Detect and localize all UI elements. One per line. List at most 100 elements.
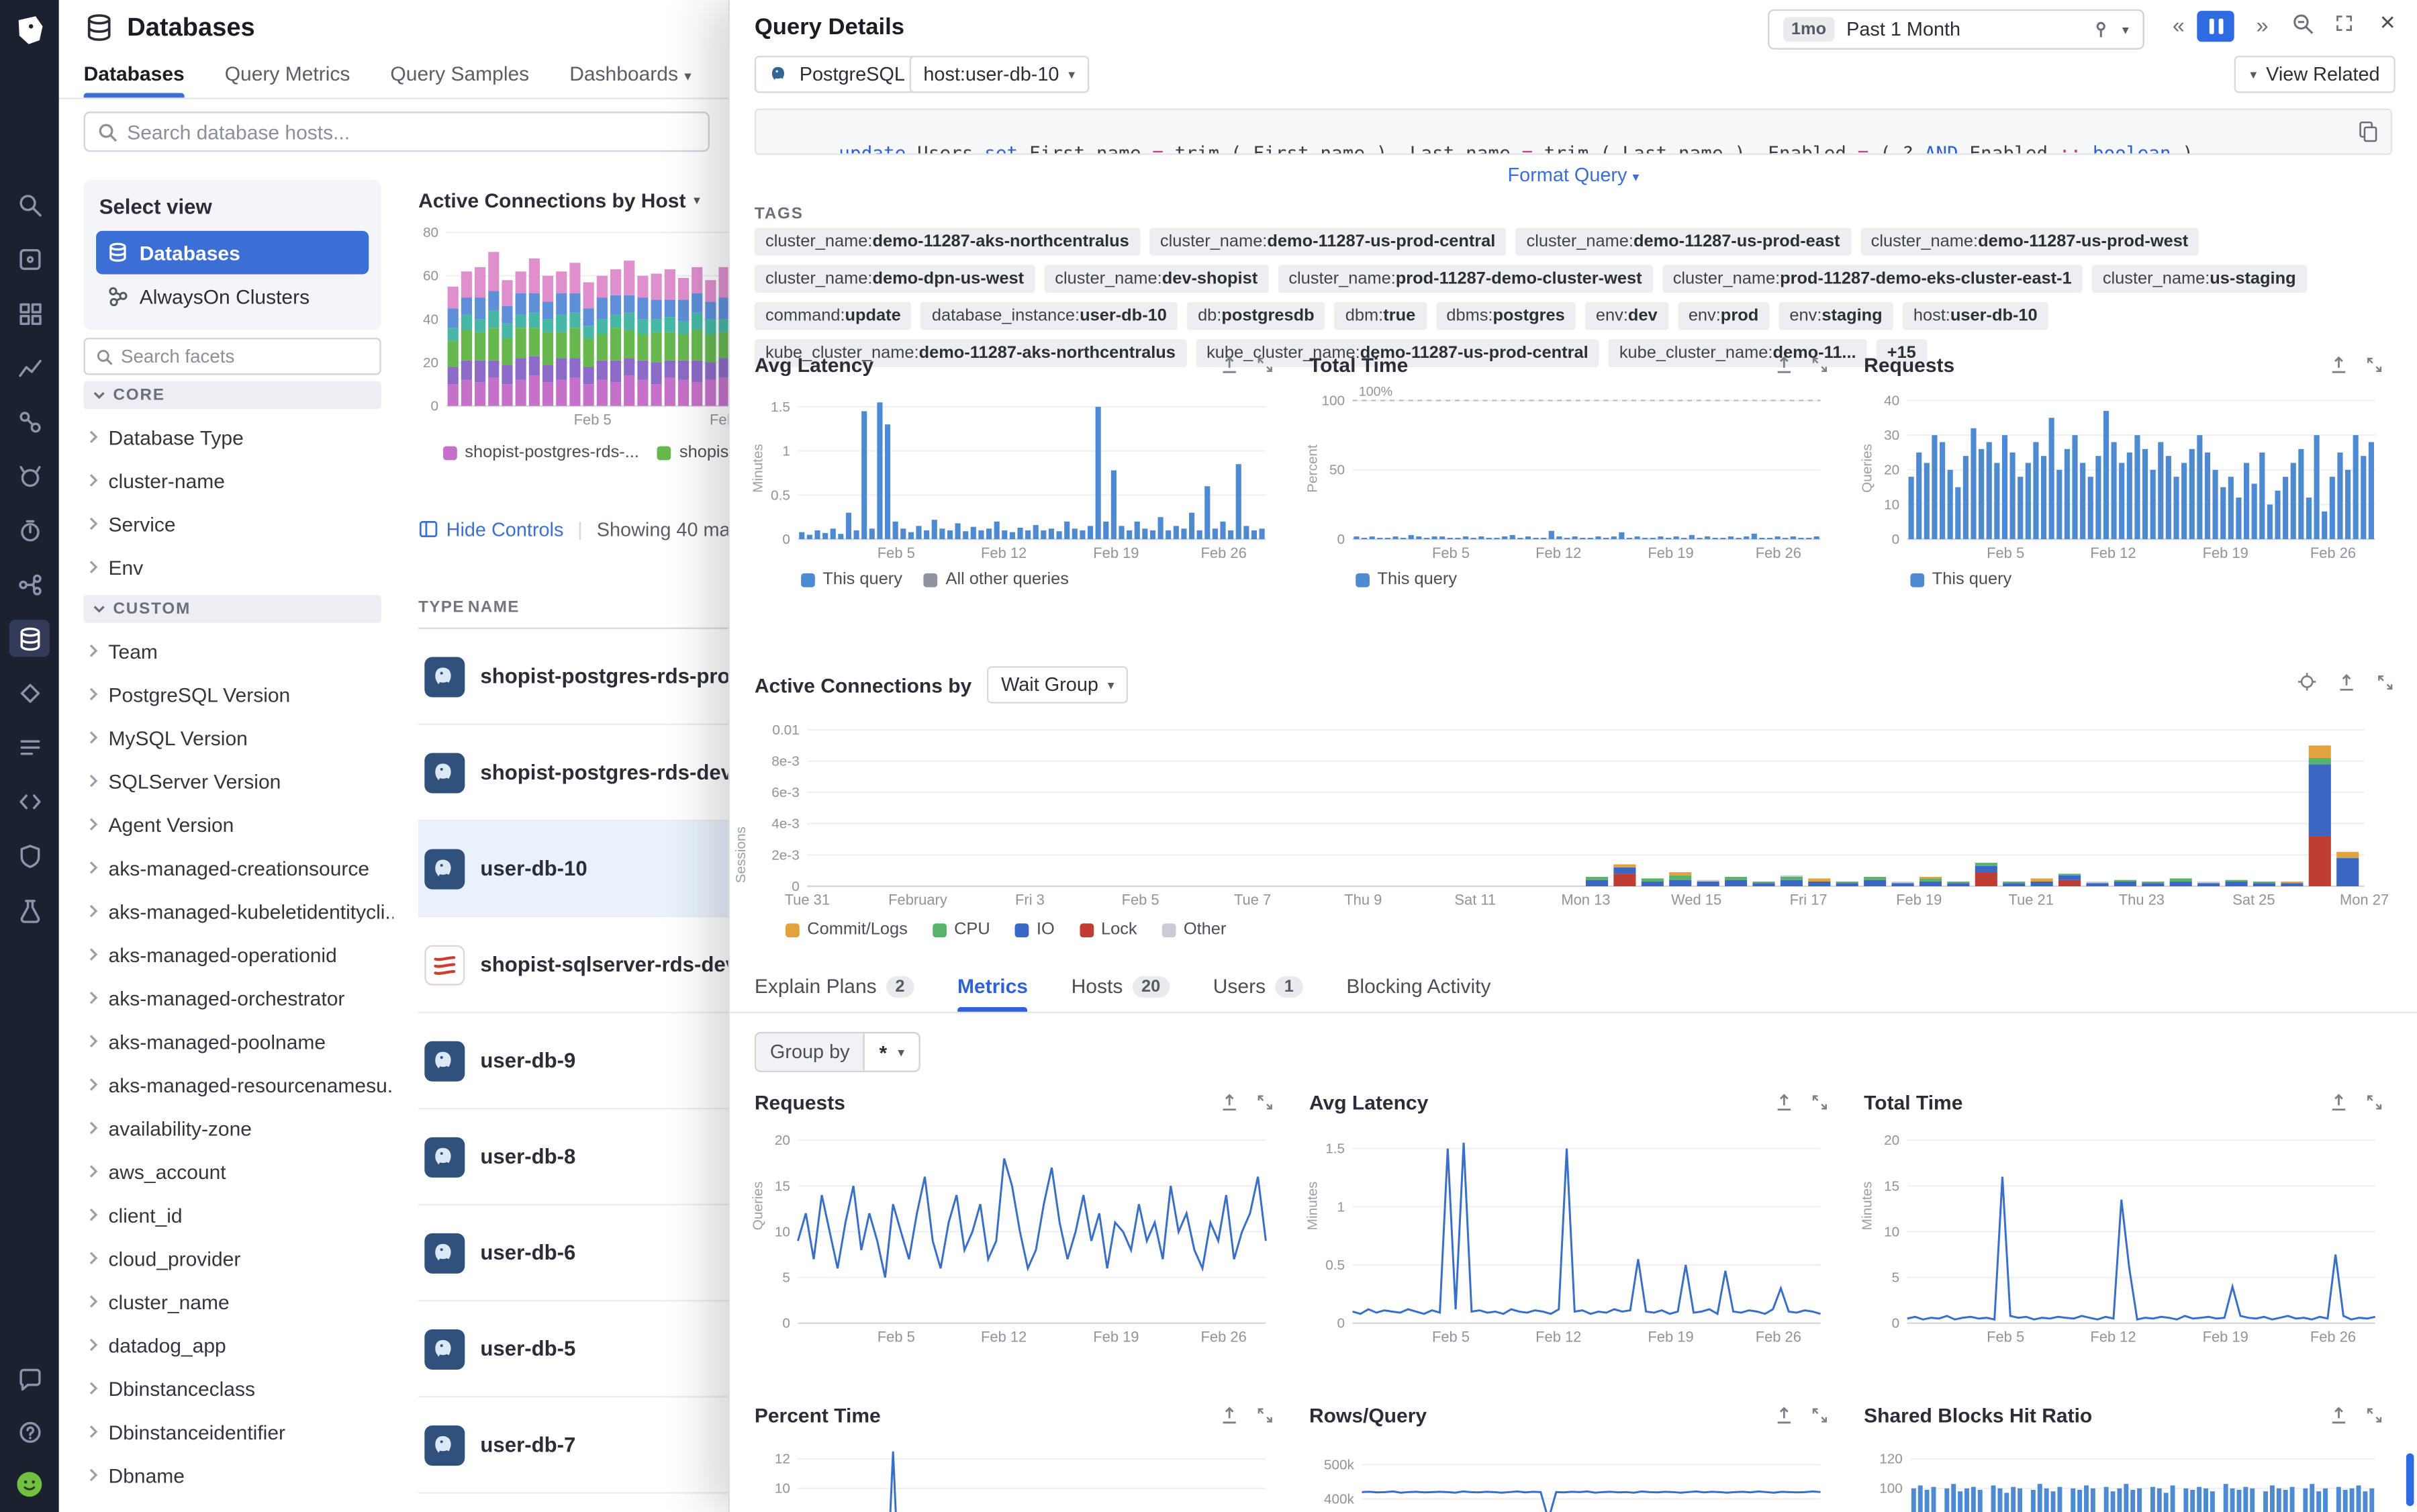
expand-icon[interactable] bbox=[2365, 354, 2385, 374]
legend-item[interactable]: This query bbox=[1910, 570, 2011, 589]
tag-chip[interactable]: env:staging bbox=[1779, 302, 1893, 330]
rows-query-metric-chart[interactable]: 500k400k300k200kFeb 5Feb 12Feb 19Feb 26 bbox=[1309, 1431, 1830, 1512]
pin-icon[interactable] bbox=[2091, 20, 2110, 39]
facet-row[interactable]: SQLServer Version bbox=[84, 759, 394, 803]
legend-item[interactable]: This query bbox=[801, 570, 902, 589]
ci-pipelines-icon[interactable] bbox=[9, 565, 50, 602]
export-icon[interactable] bbox=[1219, 1405, 1239, 1425]
tag-chip[interactable]: cluster_name:us-staging bbox=[2092, 265, 2307, 293]
time-backward-button[interactable]: « bbox=[2173, 12, 2185, 37]
copy-icon[interactable] bbox=[2358, 121, 2378, 142]
datadog-logo-icon[interactable] bbox=[12, 12, 46, 46]
facet-row[interactable]: aks-managed-creationsource bbox=[84, 846, 394, 890]
facet-row[interactable]: aks-managed-poolname bbox=[84, 1019, 394, 1063]
legend-item[interactable]: This query bbox=[1356, 570, 1457, 589]
export-icon[interactable] bbox=[1774, 354, 1794, 374]
export-icon[interactable] bbox=[2336, 671, 2357, 692]
facet-row[interactable]: Dbinstanceclass bbox=[84, 1366, 394, 1410]
databases-icon[interactable] bbox=[9, 620, 50, 657]
expand-icon[interactable] bbox=[1255, 354, 1275, 374]
tag-chip[interactable]: db:postgresdb bbox=[1187, 302, 1325, 330]
expand-icon[interactable] bbox=[1809, 354, 1830, 374]
expand-icon[interactable] bbox=[1809, 1092, 1830, 1112]
facet-row[interactable]: Env bbox=[84, 545, 394, 589]
column-header-name[interactable]: NAME bbox=[468, 598, 520, 617]
engine-chip[interactable]: PostgreSQL bbox=[755, 56, 919, 93]
facet-row[interactable]: availability-zone bbox=[84, 1106, 394, 1150]
metrics-icon[interactable] bbox=[9, 348, 50, 385]
facet-row[interactable]: aks-managed-orchestrator bbox=[84, 976, 394, 1020]
legend-item[interactable]: Other bbox=[1162, 920, 1227, 939]
tag-chip[interactable]: cluster_name:demo-11287-us-prod-west bbox=[1860, 228, 2199, 256]
detail-tab[interactable]: Explain Plans2 bbox=[755, 975, 914, 1012]
percent-time-metric-chart[interactable]: 121086420Feb 5Feb 12Feb 19Feb 26 bbox=[755, 1431, 1275, 1512]
host-filter-dropdown[interactable]: host:user-db-10 ▾ bbox=[910, 56, 1089, 93]
detail-tab[interactable]: Metrics bbox=[957, 975, 1028, 1012]
security-icon[interactable] bbox=[9, 837, 50, 873]
active-connections-by-host-chart[interactable]: 020406080Feb 5Feb 12 bbox=[409, 220, 775, 431]
export-icon[interactable] bbox=[2328, 1405, 2349, 1425]
column-header-type[interactable]: TYPE bbox=[418, 598, 465, 617]
legend-item[interactable]: IO bbox=[1015, 920, 1055, 939]
total-time-chart[interactable]: 050100Feb 5Feb 12Feb 19Feb 26100% bbox=[1309, 381, 1830, 564]
user-avatar[interactable] bbox=[9, 1466, 50, 1503]
tag-chip[interactable]: cluster_name:demo-11287-us-prod-central bbox=[1149, 228, 1507, 256]
detail-tab[interactable]: Blocking Activity bbox=[1346, 975, 1490, 1012]
tag-chip[interactable]: dbm:true bbox=[1335, 302, 1427, 330]
apm-icon[interactable] bbox=[9, 512, 50, 549]
close-icon[interactable]: × bbox=[2380, 8, 2396, 39]
legend-item[interactable]: CPU bbox=[933, 920, 990, 939]
tag-chip[interactable]: dbms:postgres bbox=[1435, 302, 1576, 330]
facet-row[interactable]: Service bbox=[84, 502, 394, 546]
facet-row[interactable]: aks-managed-resourcenamesu... bbox=[84, 1063, 394, 1106]
sql-query-box[interactable]: update Users set First_name = trim ( Fir… bbox=[755, 109, 2392, 155]
wait-group-dropdown[interactable]: Wait Group ▾ bbox=[987, 666, 1128, 703]
labs-icon[interactable] bbox=[9, 891, 50, 928]
view-item-alwayson-clusters[interactable]: AlwaysOn Clusters bbox=[96, 274, 369, 318]
watchdog-icon[interactable] bbox=[9, 457, 50, 494]
expand-icon[interactable] bbox=[1255, 1092, 1275, 1112]
view-related-button[interactable]: ▾ View Related bbox=[2234, 56, 2395, 93]
search-icon[interactable] bbox=[9, 186, 50, 223]
facet-row[interactable]: client_id bbox=[84, 1193, 394, 1237]
facet-search-input[interactable] bbox=[121, 346, 369, 367]
legend-item[interactable]: Commit/Logs bbox=[786, 920, 908, 939]
tag-chip[interactable]: cluster_name:dev-shopist bbox=[1044, 265, 1268, 293]
facet-row[interactable]: cloud_provider bbox=[84, 1237, 394, 1280]
legend-item[interactable]: Lock bbox=[1080, 920, 1137, 939]
requests-metric-chart[interactable]: 05101520Feb 5Feb 12Feb 19Feb 26 bbox=[755, 1119, 1275, 1348]
group-by-control[interactable]: Group by *▾ bbox=[755, 1032, 920, 1072]
total-time-metric-chart[interactable]: 05101520Feb 5Feb 12Feb 19Feb 26 bbox=[1864, 1119, 2384, 1348]
facet-row[interactable]: MySQL Version bbox=[84, 716, 394, 759]
pause-button[interactable] bbox=[2197, 11, 2234, 42]
view-item-databases[interactable]: Databases bbox=[96, 231, 369, 275]
facet-row[interactable]: Dbname bbox=[84, 1454, 394, 1497]
facet-row[interactable]: aks-managed-kubeletidentitycli... bbox=[84, 890, 394, 933]
tag-chip[interactable]: cluster_name:prod-11287-demo-eks-cluster… bbox=[1662, 265, 2083, 293]
tag-chip[interactable]: database_instance:user-db-10 bbox=[921, 302, 1178, 330]
top-nav-tab[interactable]: Query Samples▾ bbox=[390, 62, 529, 97]
facet-row[interactable]: Dbinstanceidentifier bbox=[84, 1410, 394, 1454]
synthetics-icon[interactable] bbox=[9, 674, 50, 711]
expand-icon[interactable] bbox=[2365, 1092, 2385, 1112]
infrastructure-icon[interactable] bbox=[9, 240, 50, 277]
facet-row[interactable]: Database Type bbox=[84, 415, 394, 459]
detail-tab[interactable]: Hosts20 bbox=[1072, 975, 1170, 1012]
export-icon[interactable] bbox=[1219, 1092, 1239, 1112]
tag-chip[interactable]: cluster_name:demo-11287-us-prod-east bbox=[1515, 228, 1850, 256]
export-icon[interactable] bbox=[2328, 354, 2349, 374]
tag-chip[interactable]: command:update bbox=[755, 302, 912, 330]
export-icon[interactable] bbox=[1774, 1092, 1794, 1112]
facet-row[interactable]: datadog_app bbox=[84, 1323, 394, 1367]
dashboards-icon[interactable] bbox=[9, 294, 50, 331]
expand-icon[interactable] bbox=[1255, 1405, 1275, 1425]
expand-icon[interactable] bbox=[1809, 1405, 1830, 1425]
panel-scrollbar[interactable] bbox=[2406, 1454, 2414, 1506]
export-icon[interactable] bbox=[2328, 1092, 2349, 1112]
integrations-icon[interactable] bbox=[9, 403, 50, 440]
tag-chip[interactable]: host:user-db-10 bbox=[1903, 302, 2048, 330]
tag-chip[interactable]: cluster_name:prod-11287-demo-cluster-wes… bbox=[1278, 265, 1653, 293]
shared-blocks-metric-chart[interactable]: 120100806040200Feb 5Feb 12Feb 19Feb 26 bbox=[1864, 1431, 2384, 1512]
legend-item[interactable]: shopist-postgres-rds-... bbox=[443, 443, 639, 462]
facet-row[interactable]: cluster_name bbox=[84, 1280, 394, 1323]
